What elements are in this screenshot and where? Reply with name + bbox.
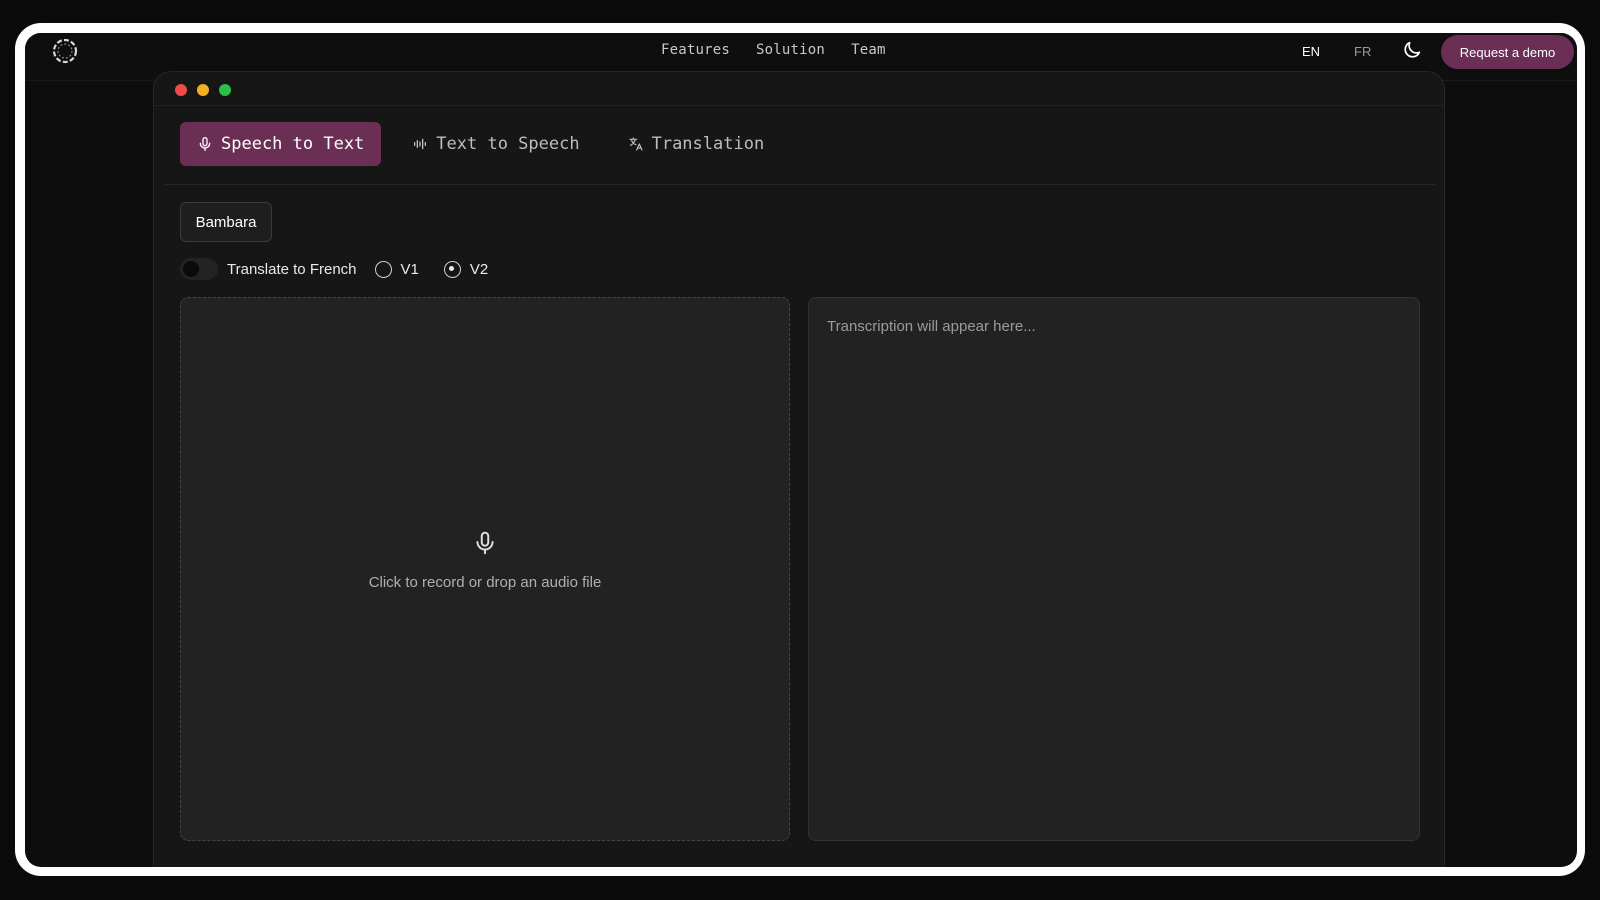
- nav-links: Features Solution Team: [661, 42, 886, 58]
- translate-icon: [628, 137, 643, 151]
- window-controls: [175, 84, 231, 96]
- model-v1-label: V1: [400, 260, 419, 278]
- moon-icon[interactable]: [1401, 39, 1423, 61]
- toggle-knob: [183, 261, 199, 277]
- nav-link-features[interactable]: Features: [661, 42, 730, 58]
- tab-text-to-speech[interactable]: Text to Speech: [395, 122, 596, 166]
- translate-to-french-label: Translate to French: [227, 260, 357, 278]
- transcription-output[interactable]: [808, 297, 1420, 841]
- close-window-dot[interactable]: [175, 84, 187, 96]
- minimize-window-dot[interactable]: [197, 84, 209, 96]
- translate-to-french-toggle[interactable]: [180, 258, 218, 280]
- language-en-button[interactable]: EN: [1302, 44, 1320, 59]
- maximize-window-dot[interactable]: [219, 84, 231, 96]
- demo-app-window: Speech to Text Text to Speech Translatio…: [153, 71, 1445, 867]
- model-v2-label: V2: [469, 260, 489, 278]
- nav-link-solution[interactable]: Solution: [756, 42, 825, 58]
- brand-logo-icon[interactable]: [50, 36, 80, 66]
- audio-drop-zone[interactable]: Click to record or drop an audio file: [180, 297, 790, 841]
- nav-link-team[interactable]: Team: [851, 42, 886, 58]
- tabs-divider: [164, 184, 1436, 185]
- model-v2-radio[interactable]: [443, 260, 461, 278]
- browser-viewport: Features Solution Team EN FR Request a d…: [25, 33, 1577, 867]
- request-demo-button[interactable]: Request a demo: [1441, 35, 1574, 69]
- audio-wave-icon: [414, 138, 427, 150]
- tab-label: Speech to Text: [221, 134, 365, 154]
- source-language-select[interactable]: Bambara: [180, 202, 272, 242]
- titlebar-divider: [154, 105, 1444, 106]
- options-row: Translate to French V1 V2: [180, 258, 513, 280]
- drop-zone-hint: Click to record or drop an audio file: [368, 574, 602, 591]
- tab-translation[interactable]: Translation: [611, 122, 782, 166]
- mic-icon: [199, 137, 211, 151]
- tab-label: Text to Speech: [436, 134, 580, 154]
- tab-label: Translation: [651, 134, 765, 154]
- mic-icon: [476, 531, 494, 555]
- mode-tabs: Speech to Text Text to Speech Translatio…: [180, 122, 795, 166]
- tab-speech-to-text[interactable]: Speech to Text: [180, 122, 382, 166]
- language-fr-button[interactable]: FR: [1354, 44, 1371, 59]
- model-v1-radio[interactable]: [374, 260, 392, 278]
